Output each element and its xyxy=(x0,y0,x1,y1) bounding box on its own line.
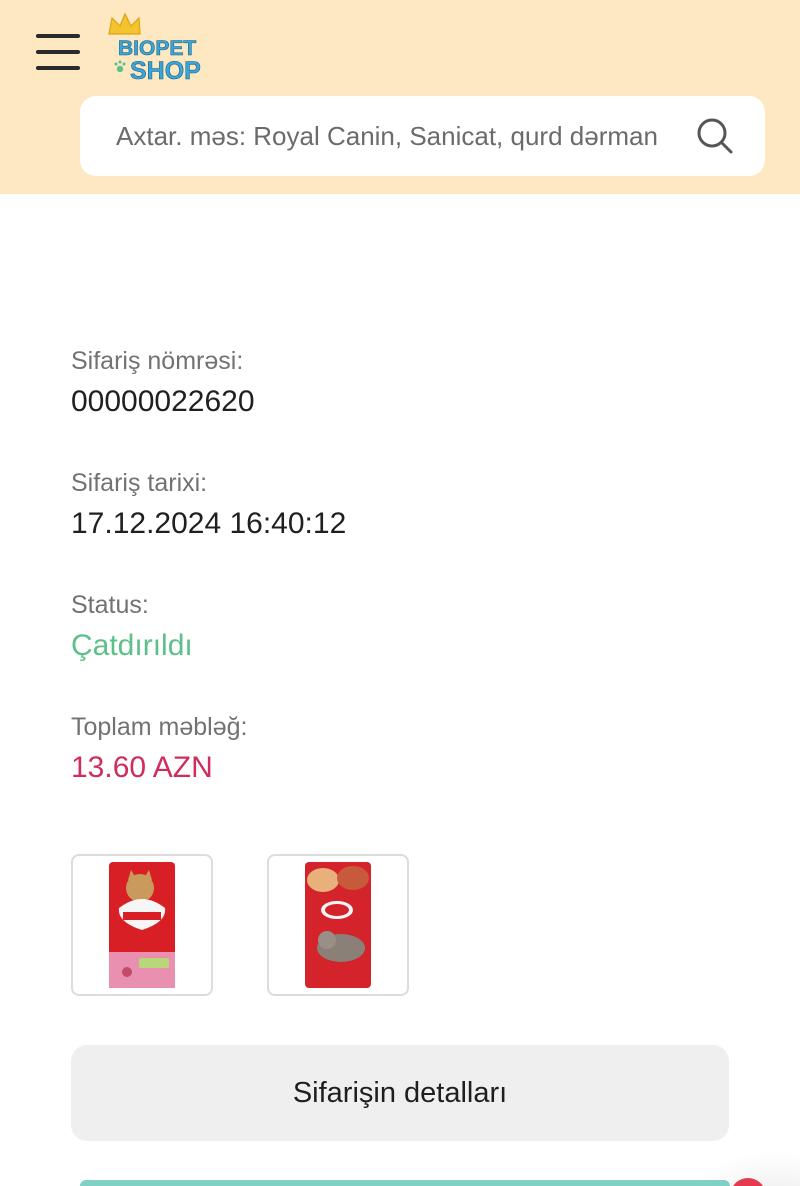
product-thumbnail-meow[interactable] xyxy=(267,854,409,996)
biopet-shop-logo[interactable]: BIOPET SHOP xyxy=(106,8,216,85)
order-number-value: 00000022620 xyxy=(71,385,255,418)
search-bar xyxy=(80,96,765,176)
order-number-label: Sifariş nömrəsi: xyxy=(71,347,244,375)
cat-food-bag-image xyxy=(109,862,175,988)
hamburger-menu-icon[interactable] xyxy=(36,34,80,70)
order-details-button[interactable]: Sifarişin detalları xyxy=(71,1045,729,1141)
order-total-value: 13.60 AZN xyxy=(71,751,213,784)
menu-line xyxy=(36,50,80,54)
order-status-block: Status: Çatdırıldı xyxy=(71,588,193,666)
menu-line xyxy=(36,34,80,38)
header: BIOPET SHOP xyxy=(0,0,800,194)
order-total-label: Toplam məbləğ: xyxy=(71,713,248,741)
order-status-value: Çatdırıldı xyxy=(71,629,193,662)
next-card-edge xyxy=(80,1180,730,1186)
order-total-block: Toplam məbləğ: 13.60 AZN xyxy=(71,710,247,788)
search-icon[interactable] xyxy=(695,116,735,156)
menu-line xyxy=(36,66,80,70)
order-date-label: Sifariş tarixi: xyxy=(71,469,208,497)
order-status-label: Status: xyxy=(71,591,149,619)
logo-graphic: BIOPET SHOP xyxy=(108,12,201,85)
logo-line2: SHOP xyxy=(130,57,201,82)
product-thumbnail-darling[interactable] xyxy=(71,854,213,996)
order-number-block: Sifariş nömrəsi: 00000022620 xyxy=(71,344,255,422)
cat-food-bag-image xyxy=(305,862,371,988)
order-date-block: Sifariş tarixi: 17.12.2024 16:40:12 xyxy=(71,466,346,544)
search-input[interactable] xyxy=(116,120,675,152)
product-thumbnails xyxy=(71,854,409,996)
order-date-value: 17.12.2024 16:40:12 xyxy=(71,507,347,540)
